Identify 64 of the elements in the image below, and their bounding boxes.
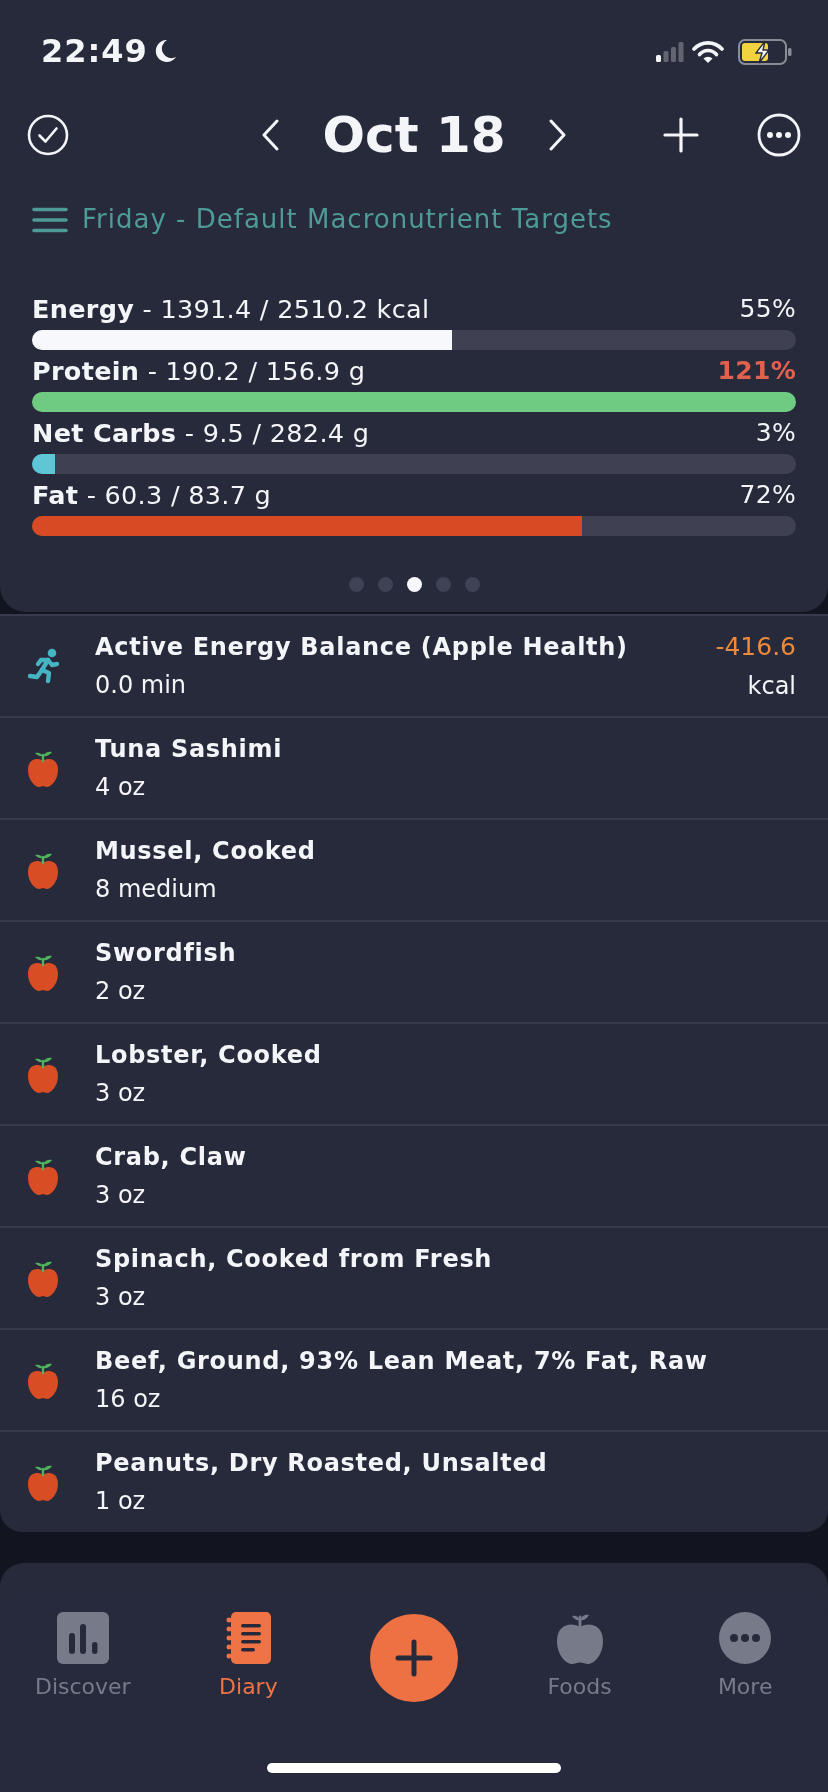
entry-name: Lobster, Cooked [95, 1040, 322, 1070]
bar-chart-icon [56, 1612, 109, 1664]
entry-name: Mussel, Cooked [95, 836, 316, 866]
page-dot[interactable] [435, 577, 451, 592]
apple-icon [27, 851, 59, 889]
apple-icon [27, 953, 59, 991]
page-dot[interactable] [406, 577, 422, 592]
macro-percent: 55% [739, 294, 796, 324]
menu-icon[interactable] [32, 207, 68, 233]
status-time: 22:49 [41, 33, 148, 70]
tab-button[interactable]: More [711, 1612, 779, 1701]
entry-amount: 3 oz [95, 1180, 146, 1210]
apple-icon [27, 749, 59, 787]
apple-icon [27, 1157, 59, 1195]
entry-name: Crab, Claw [95, 1142, 247, 1172]
energy-unit: kcal [747, 670, 796, 701]
entry-name: Tuna Sashimi [95, 734, 283, 764]
chevron-left-icon[interactable] [261, 119, 281, 151]
apple-icon [27, 1361, 59, 1399]
page-dot[interactable] [348, 577, 364, 592]
entry-name: Beef, Ground, 93% Lean Meat, 7% Fat, Raw [95, 1346, 708, 1376]
wifi-icon [692, 40, 724, 63]
check-circle-icon[interactable] [27, 114, 69, 156]
energy-value: -416.6 [715, 631, 796, 663]
macro-label: Energy - 1391.4 / 2510.2 kcal [32, 294, 430, 324]
entry-name: Swordfish [95, 938, 237, 968]
page-dot[interactable] [377, 577, 393, 592]
macro-percent: 72% [739, 480, 796, 510]
page-dot[interactable] [464, 577, 480, 592]
tab-button[interactable]: Discover [28, 1612, 137, 1701]
moon-icon [153, 40, 176, 63]
apple-icon [27, 1463, 59, 1501]
date-title: Oct 18 [322, 110, 506, 160]
apple-icon [27, 1055, 59, 1093]
entry-name: Peanuts, Dry Roasted, Unsalted [95, 1448, 548, 1478]
apple-icon [555, 1612, 604, 1664]
battery-icon [738, 38, 792, 65]
runner-icon [27, 648, 61, 684]
tab-button[interactable]: Foods [541, 1612, 618, 1701]
plus-icon [395, 1639, 433, 1677]
entry-amount: 3 oz [95, 1282, 146, 1312]
macro-label: Fat - 60.3 / 83.7 g [32, 480, 272, 510]
entry-name: Spinach, Cooked from Fresh [95, 1244, 493, 1274]
entry-amount: 3 oz [95, 1078, 146, 1108]
entry-amount: 16 oz [95, 1384, 161, 1414]
plus-icon[interactable] [663, 117, 699, 153]
entry-amount: 2 oz [95, 976, 146, 1006]
entry-amount: 4 oz [95, 772, 146, 802]
targets-label[interactable]: Friday - Default Macronutrient Targets [82, 204, 613, 236]
entry-name: Active Energy Balance (Apple Health) [95, 632, 628, 662]
tab-button[interactable]: Diary [213, 1612, 284, 1701]
entry-amount: 1 oz [95, 1486, 146, 1516]
apple-icon [27, 1259, 59, 1297]
chevron-right-icon[interactable] [547, 119, 567, 151]
more-icon [719, 1612, 772, 1664]
more-icon[interactable] [757, 113, 801, 157]
notebook-icon [225, 1612, 272, 1664]
entry-amount: 8 medium [95, 874, 217, 904]
macro-percent: 3% [755, 418, 796, 448]
macro-label: Protein - 190.2 / 156.9 g [32, 356, 366, 386]
signal-icon [656, 41, 684, 62]
macro-percent: 121% [717, 356, 796, 386]
macro-label: Net Carbs - 9.5 / 282.4 g [32, 418, 370, 448]
entry-amount: 0.0 min [95, 670, 187, 700]
